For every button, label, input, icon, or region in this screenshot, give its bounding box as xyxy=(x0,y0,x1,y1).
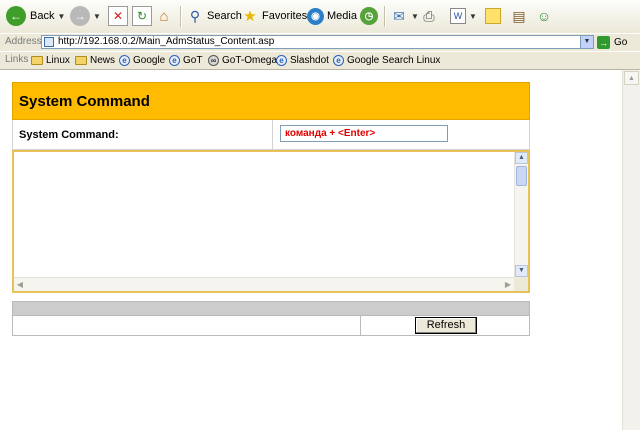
print-button[interactable]: ⎙ xyxy=(420,4,438,28)
address-input[interactable]: http://192.168.0.2/Main_AdmStatus_Conten… xyxy=(41,35,594,49)
media-label: Media xyxy=(327,10,357,22)
messenger-button[interactable]: ☺ xyxy=(535,4,553,28)
scroll-right-arrow-icon[interactable]: ▶ xyxy=(502,278,514,291)
mail-icon: ✉ xyxy=(393,7,405,24)
address-dropdown-button[interactable]: ▼ xyxy=(580,36,593,48)
output-vertical-scrollbar[interactable]: ▲ ▼ xyxy=(514,152,528,277)
refresh-page-button[interactable]: ↻ xyxy=(132,4,152,28)
research-button[interactable]: ▤ xyxy=(510,4,528,28)
search-button[interactable]: ⚲ Search xyxy=(186,4,242,28)
refresh-button[interactable]: Refresh xyxy=(415,317,477,334)
page-icon xyxy=(44,37,54,47)
note-icon xyxy=(485,8,501,24)
home-button[interactable]: ⌂ xyxy=(155,4,173,28)
back-arrow-icon: ← xyxy=(6,6,26,26)
link-news[interactable]: News xyxy=(75,53,115,68)
chain-icon: ∞ xyxy=(208,55,219,66)
scroll-thumb[interactable] xyxy=(516,166,527,186)
links-bar: Links Linux News e Google e GoT ∞ GoT-Om… xyxy=(0,51,640,70)
chevron-down-icon: ▼ xyxy=(469,11,477,21)
history-button[interactable]: ◷ xyxy=(360,4,378,28)
media-globe-icon: ◉ xyxy=(307,7,324,25)
chevron-down-icon: ▼ xyxy=(93,11,101,21)
history-icon: ◷ xyxy=(360,7,378,25)
ie-page-icon: e xyxy=(333,55,344,66)
folder-icon xyxy=(75,56,87,65)
back-label: Back xyxy=(30,10,55,22)
back-button[interactable]: ← Back ▼ xyxy=(6,4,65,28)
link-google-search-linux[interactable]: e Google Search Linux xyxy=(333,53,440,68)
favorites-button[interactable]: ★ Favorites xyxy=(241,4,307,28)
scroll-down-arrow-icon[interactable]: ▼ xyxy=(515,265,528,277)
star-icon: ★ xyxy=(243,8,257,25)
page-vertical-scrollbar[interactable]: ▲ xyxy=(622,70,640,430)
discuss-button[interactable] xyxy=(485,4,501,28)
command-output-area[interactable]: ▲ ▼ ◀ ▶ xyxy=(12,150,530,293)
page-content: System Command System Command: ▲ ▼ ◀ ▶ R… xyxy=(0,70,622,430)
scroll-up-arrow-icon[interactable]: ▲ xyxy=(624,71,639,85)
home-icon: ⌂ xyxy=(159,7,169,25)
link-slashdot[interactable]: e Slashdot xyxy=(276,53,329,68)
scroll-up-arrow-icon[interactable]: ▲ xyxy=(515,152,528,164)
section-header: System Command xyxy=(12,82,530,120)
word-icon: W xyxy=(450,8,466,24)
ie-page-icon: e xyxy=(276,55,287,66)
favorites-label: Favorites xyxy=(262,10,308,22)
address-bar: Address http://192.168.0.2/Main_AdmStatu… xyxy=(0,33,640,52)
command-label: System Command: xyxy=(19,129,119,141)
links-label: Links xyxy=(5,54,29,65)
media-button[interactable]: ◉ Media xyxy=(307,4,357,28)
ie-page-icon: e xyxy=(169,55,180,66)
go-button[interactable]: → Go xyxy=(597,35,627,50)
button-row: Refresh xyxy=(12,316,530,336)
link-label: GoT-Omega xyxy=(222,55,278,66)
chevron-down-icon: ▼ xyxy=(57,11,66,21)
link-label: Slashdot xyxy=(290,55,329,66)
link-got-omega[interactable]: ∞ GoT-Omega xyxy=(208,53,277,68)
address-label: Address xyxy=(5,36,42,47)
search-label: Search xyxy=(207,10,242,22)
link-label: Linux xyxy=(46,55,70,66)
scroll-left-arrow-icon[interactable]: ◀ xyxy=(14,278,26,291)
command-row: System Command: xyxy=(12,120,530,150)
link-label: Google xyxy=(133,55,166,66)
stop-button[interactable]: ✕ xyxy=(108,4,128,28)
go-label: Go xyxy=(614,37,628,48)
link-google[interactable]: e Google xyxy=(119,53,165,68)
refresh-icon: ↻ xyxy=(132,6,152,26)
search-icon: ⚲ xyxy=(189,7,201,24)
command-input[interactable] xyxy=(280,125,448,142)
forward-arrow-icon: → xyxy=(70,6,90,26)
page-title: System Command xyxy=(19,93,150,110)
chevron-down-icon: ▼ xyxy=(411,11,419,21)
edit-button[interactable]: W ▼ xyxy=(450,4,477,28)
link-label: GoT xyxy=(183,55,203,66)
forward-button[interactable]: → ▼ xyxy=(70,4,101,28)
ie-page-icon: e xyxy=(119,55,130,66)
mail-button[interactable]: ✉ ▼ xyxy=(390,4,419,28)
printer-icon: ⎙ xyxy=(423,7,435,24)
stop-icon: ✕ xyxy=(108,6,128,26)
folder-icon xyxy=(31,56,43,65)
link-got[interactable]: e GoT xyxy=(169,53,202,68)
footer-divider-bar xyxy=(12,301,530,316)
output-horizontal-scrollbar[interactable]: ◀ ▶ xyxy=(14,277,514,291)
research-icon: ▤ xyxy=(512,7,526,24)
link-label: News xyxy=(90,55,116,66)
browser-toolbar: ← Back ▼ → ▼ ✕ ↻ ⌂ ⚲ Search ★ Favorites … xyxy=(0,0,640,34)
go-arrow-icon: → xyxy=(597,36,610,49)
link-label: Google Search Linux xyxy=(347,55,441,66)
messenger-icon: ☺ xyxy=(536,8,552,24)
link-linux[interactable]: Linux xyxy=(31,53,70,68)
address-url: http://192.168.0.2/Main_AdmStatus_Conten… xyxy=(58,36,275,47)
